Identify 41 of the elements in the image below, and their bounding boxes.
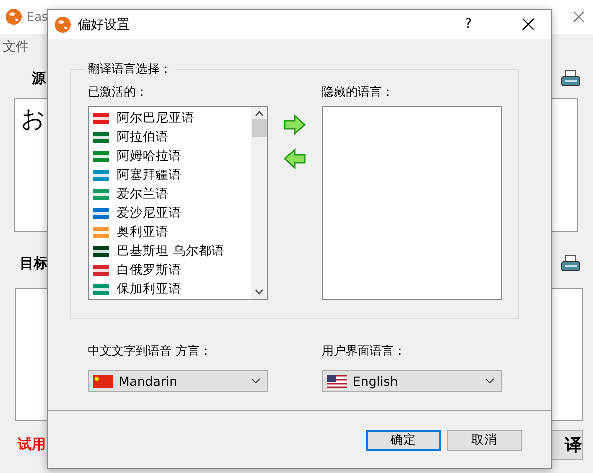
language-item[interactable]: 巴基斯坦 乌尔都语 bbox=[117, 243, 225, 260]
cancel-button[interactable]: 取消 bbox=[447, 430, 522, 451]
source-label: 源 bbox=[32, 70, 46, 88]
tts-label: 中文文字到语音 方言： bbox=[88, 343, 213, 360]
target-label: 目标 bbox=[20, 255, 48, 273]
active-label: 已激活的： bbox=[88, 84, 149, 101]
language-item[interactable]: 阿塞拜疆语 bbox=[117, 167, 182, 184]
globe-icon bbox=[5, 8, 23, 26]
printer-icon[interactable] bbox=[561, 70, 581, 88]
language-item[interactable]: 保加利亚语 bbox=[117, 281, 182, 298]
flag-icon bbox=[327, 374, 347, 388]
language-item[interactable]: 奥利亚语 bbox=[117, 224, 169, 241]
trial-notice: 试用 bbox=[18, 436, 46, 454]
language-item[interactable]: 阿尔巴尼亚语 bbox=[117, 110, 195, 127]
scroll-thumb[interactable] bbox=[252, 119, 266, 137]
flag-icon bbox=[93, 374, 113, 388]
language-item[interactable]: 爱尔兰语 bbox=[117, 186, 169, 203]
right-arrow-icon[interactable] bbox=[283, 114, 307, 136]
scrollbar[interactable] bbox=[251, 107, 267, 299]
language-item[interactable]: 爱沙尼亚语 bbox=[117, 205, 182, 222]
menu-item[interactable]: 文件 bbox=[3, 38, 29, 56]
ui-language-label: 用户界面语言： bbox=[322, 343, 407, 360]
left-arrow-icon[interactable] bbox=[283, 148, 307, 170]
ui-language-dropdown[interactable]: English bbox=[322, 370, 502, 392]
close-icon[interactable] bbox=[522, 18, 535, 31]
ok-button[interactable]: 确定 bbox=[366, 430, 441, 451]
dialog-title: 偏好设置 bbox=[78, 16, 130, 34]
language-item[interactable]: 白俄罗斯语 bbox=[117, 262, 182, 279]
scroll-up-icon[interactable] bbox=[254, 111, 264, 117]
group-title: 翻译语言选择： bbox=[87, 61, 173, 78]
help-button[interactable]: ? bbox=[465, 17, 472, 32]
globe-icon bbox=[54, 16, 72, 34]
language-item[interactable]: 阿姆哈拉语 bbox=[117, 148, 182, 165]
hidden-label: 隐藏的语言： bbox=[322, 84, 395, 101]
scroll-down-icon[interactable] bbox=[254, 289, 264, 295]
active-language-list[interactable]: 阿尔巴尼亚语 阿拉伯语 阿姆哈拉语 阿塞拜疆语 爱尔兰语 爱沙尼亚语 奥利亚语 巴基斯坦 乌尔都语 白俄罗斯语 保加利亚语 bbox=[88, 106, 268, 300]
language-item[interactable]: 阿拉伯语 bbox=[117, 129, 169, 146]
printer-icon[interactable] bbox=[561, 255, 581, 273]
dialect-dropdown[interactable]: Mandarin bbox=[88, 370, 268, 392]
window-title: Eas bbox=[27, 10, 48, 24]
hidden-language-list[interactable] bbox=[322, 106, 502, 300]
